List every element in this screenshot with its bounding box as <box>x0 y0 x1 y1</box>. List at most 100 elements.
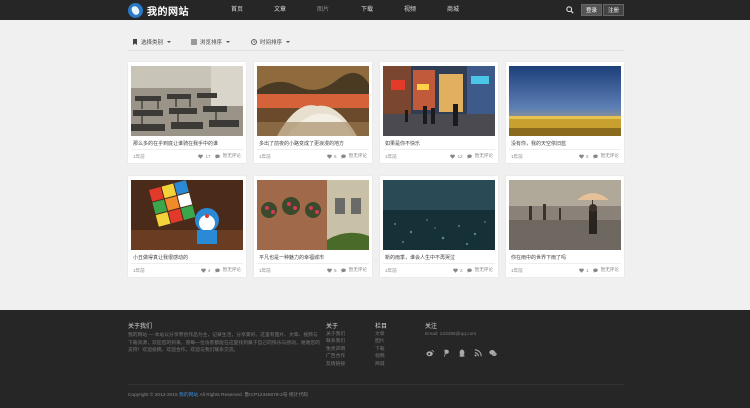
heart-icon[interactable] <box>450 154 456 159</box>
card-date: 1年前 <box>385 154 397 159</box>
comment-icon <box>466 154 472 159</box>
heart-icon[interactable] <box>327 154 332 159</box>
bars-icon <box>191 39 197 45</box>
nav-images[interactable]: 图片 <box>317 0 329 20</box>
footer-link[interactable]: 关于我们 <box>326 331 345 338</box>
rss-icon[interactable] <box>474 349 482 357</box>
filter-time-dropdown[interactable]: 时间排序 <box>251 38 291 46</box>
comment-count[interactable]: 暂无评论 <box>601 153 619 159</box>
card-title[interactable]: 那么多的在乎到底让谁骑在我手中的谁 <box>133 140 218 147</box>
card-divider <box>383 149 495 150</box>
comment-count[interactable]: 暂无评论 <box>349 267 367 273</box>
card-title[interactable]: 多出了前夜的小路变成了更浪漫的地方 <box>259 140 344 147</box>
card-title[interactable]: 平凡也是一种魅力的幸福城市 <box>259 254 324 261</box>
filter-label: 时间排序 <box>260 40 283 46</box>
like-count: 12 <box>457 153 463 159</box>
card-title[interactable]: 你在雨中的世界下雨了吗 <box>511 254 566 261</box>
nav-videos[interactable]: 视频 <box>404 0 416 20</box>
comment-count[interactable]: 暂无评论 <box>223 267 241 273</box>
cube-photo <box>131 180 243 250</box>
image-card[interactable]: 没有你，我的天空依旧蓝 1年前 5 暂无评论 <box>506 62 624 163</box>
card-meta: 12 暂无评论 <box>450 153 493 159</box>
card-date: 1年前 <box>385 268 397 273</box>
footer-link[interactable]: 友情链接 <box>326 361 345 368</box>
footer-link[interactable]: 下载 <box>375 346 385 353</box>
image-card[interactable]: 新的雨季，谁会人生中不再哭泣 1年前 2 暂无评论 <box>380 176 498 277</box>
card-thumbnail[interactable] <box>131 66 243 136</box>
image-card[interactable]: 小丑做得真让我很感动的 1年前 4 暂无评论 <box>128 176 246 277</box>
comment-icon <box>592 154 598 159</box>
login-button[interactable]: 登录 <box>581 4 602 16</box>
heart-icon[interactable] <box>579 154 584 159</box>
card-thumbnail[interactable] <box>383 180 495 250</box>
card-title[interactable]: 如果是你不快乐 <box>385 140 420 147</box>
nav-home[interactable]: 首页 <box>231 0 243 20</box>
card-title[interactable]: 新的雨季，谁会人生中不再哭泣 <box>385 254 455 261</box>
site-footer: 关于我们 我的网站 — 本站以分享原创作品为主，记录生活，分享美好。这里有图片、… <box>0 310 750 408</box>
card-divider <box>131 263 243 264</box>
chevron-down-icon <box>286 41 291 43</box>
nav-articles[interactable]: 文章 <box>274 0 286 20</box>
card-date: 1年前 <box>133 154 145 159</box>
card-thumbnail[interactable] <box>131 180 243 250</box>
card-meta: 2 暂无评论 <box>453 267 493 273</box>
card-divider <box>131 149 243 150</box>
comment-count[interactable]: 暂无评论 <box>475 153 493 159</box>
image-card[interactable]: 如果是你不快乐 1年前 12 暂无评论 <box>380 62 498 163</box>
footer-link[interactable]: 联系我们 <box>326 338 345 345</box>
card-thumbnail[interactable] <box>257 180 369 250</box>
footer-divider <box>128 384 624 385</box>
classroom-photo <box>131 66 243 136</box>
copyright-brand-link[interactable]: 我的网站 <box>179 393 198 398</box>
card-date: 1年前 <box>511 268 523 273</box>
card-divider <box>257 263 369 264</box>
field-photo <box>257 66 369 136</box>
comment-count[interactable]: 暂无评论 <box>223 153 241 159</box>
register-button[interactable]: 注册 <box>603 4 624 16</box>
house-photo <box>257 180 369 250</box>
card-thumbnail[interactable] <box>509 180 621 250</box>
heart-icon[interactable] <box>327 268 332 273</box>
street-photo <box>383 66 495 136</box>
image-card[interactable]: 你在雨中的世界下雨了吗 1年前 1 暂无评论 <box>506 176 624 277</box>
copyright-prefix: Copyright © 2012-2015 <box>128 393 178 398</box>
footer-link[interactable]: 商城 <box>375 361 385 368</box>
footer-link[interactable]: 图片 <box>375 338 385 345</box>
filter-views-dropdown[interactable]: 浏览排序 <box>191 38 231 46</box>
footer-link[interactable]: 文章 <box>375 331 385 338</box>
heart-icon[interactable] <box>453 268 458 273</box>
card-thumbnail[interactable] <box>383 66 495 136</box>
card-date: 1年前 <box>259 154 271 159</box>
nav-downloads[interactable]: 下载 <box>361 0 373 20</box>
weibo-icon[interactable] <box>426 349 434 357</box>
footer-link[interactable]: 视频 <box>375 353 385 360</box>
card-thumbnail[interactable] <box>509 66 621 136</box>
top-navbar: 我的网站 首页 文章 图片 下载 视频 商城 登录 注册 <box>0 0 750 20</box>
comment-count[interactable]: 暂无评论 <box>475 267 493 273</box>
wechat-icon[interactable] <box>489 349 497 357</box>
pinterest-icon[interactable] <box>442 349 450 357</box>
footer-col2-title: 栏目 <box>375 324 388 330</box>
card-meta: 1 暂无评论 <box>579 267 619 273</box>
comment-count[interactable]: 暂无评论 <box>349 153 367 159</box>
nav-shop[interactable]: 商城 <box>447 0 459 20</box>
card-title[interactable]: 没有你，我的天空依旧蓝 <box>511 140 566 147</box>
comment-count[interactable]: 暂无评论 <box>601 267 619 273</box>
card-title[interactable]: 小丑做得真让我很感动的 <box>133 254 188 261</box>
heart-icon[interactable] <box>201 268 206 273</box>
image-card[interactable]: 平凡也是一种魅力的幸福城市 1年前 5 暂无评论 <box>254 176 372 277</box>
image-card[interactable]: 多出了前夜的小路变成了更浪漫的地方 1年前 6 暂无评论 <box>254 62 372 163</box>
like-count: 1 <box>586 267 589 273</box>
footer-email[interactable]: Email: 123456@qq.com <box>425 332 476 337</box>
qq-icon[interactable] <box>458 349 466 357</box>
card-thumbnail[interactable] <box>257 66 369 136</box>
footer-link[interactable]: 广告合作 <box>326 353 345 360</box>
filter-label: 选择类别 <box>141 40 164 46</box>
heart-icon[interactable] <box>579 268 584 273</box>
search-icon[interactable] <box>566 6 574 14</box>
image-card[interactable]: 那么多的在乎到底让谁骑在我手中的谁 1年前 17 暂无评论 <box>128 62 246 163</box>
footer-link[interactable]: 免责声明 <box>326 346 345 353</box>
filter-category-dropdown[interactable]: 选择类别 <box>132 38 172 46</box>
site-logo[interactable]: 我的网站 <box>128 2 189 18</box>
heart-icon[interactable] <box>198 154 204 159</box>
